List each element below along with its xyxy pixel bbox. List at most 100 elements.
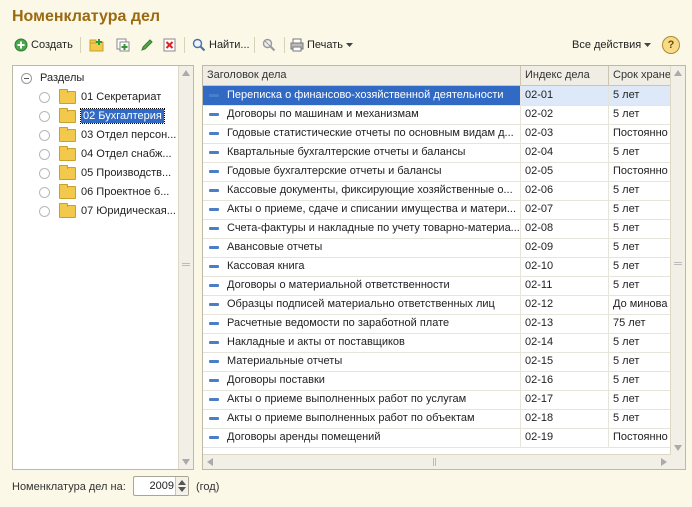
column-header[interactable]: Индекс дела <box>521 66 609 85</box>
table-row[interactable]: Акты о приеме выполненных работ по услуг… <box>203 390 671 410</box>
spin-buttons[interactable] <box>175 477 188 495</box>
case-index-cell: 02-13 <box>521 314 609 333</box>
case-index-cell: 02-05 <box>521 162 609 181</box>
table-row[interactable]: Накладные и акты от поставщиков 02-14 5 ле… <box>203 333 671 353</box>
tree-scrollbar[interactable] <box>178 66 193 469</box>
tree-item[interactable]: 07 Юридическая... <box>13 202 177 220</box>
tree-item[interactable]: 04 Отдел снабж... <box>13 145 177 163</box>
case-item-icon <box>209 208 219 211</box>
scroll-up-icon <box>182 70 190 76</box>
tree-item-label: 06 Проектное б... <box>81 186 170 198</box>
copy-button[interactable] <box>116 36 130 54</box>
cancel-search-button[interactable] <box>262 36 276 54</box>
radio-icon <box>39 167 50 179</box>
tree-root[interactable]: Разделы <box>13 69 177 87</box>
case-title: Акты о приеме, сдаче и списании имуществ… <box>227 203 517 215</box>
tree-item[interactable]: 06 Проектное б... <box>13 183 177 201</box>
all-actions-button[interactable]: Все действия <box>572 36 652 54</box>
year-input[interactable]: 2009 <box>134 477 174 495</box>
storage-term-cell: 5 лет <box>613 279 640 291</box>
case-title-cell: Договоры аренды помещений <box>203 428 521 447</box>
chevron-down-icon <box>644 39 652 51</box>
case-item-icon <box>209 170 219 173</box>
case-index-cell: 02-09 <box>521 238 609 257</box>
case-title: Годовые бухгалтерские отчеты и балансы <box>227 165 442 177</box>
chevron-down-icon <box>346 39 354 51</box>
storage-term-cell: 5 лет <box>613 374 640 386</box>
case-index-cell: 02-19 <box>521 428 609 447</box>
table-vertical-scrollbar[interactable] <box>670 66 685 455</box>
plus-circle-icon <box>14 38 28 52</box>
scroll-left-icon <box>207 458 213 466</box>
case-title: Расчетные ведомости по заработной плате <box>227 317 450 329</box>
case-index-cell: 02-07 <box>521 200 609 219</box>
spin-down-icon <box>178 487 186 492</box>
table-row[interactable]: Годовые бухгалтерские отчеты и балансы 02… <box>203 162 671 182</box>
storage-term-cell: 5 лет <box>613 108 640 120</box>
table-row[interactable]: Договоры поставки 02-16 5 лет <box>203 371 671 391</box>
table-row[interactable]: Договоры о материальной ответственности 0… <box>203 276 671 296</box>
radio-icon <box>39 129 50 141</box>
tree-item[interactable]: 03 Отдел персон... <box>13 126 177 144</box>
case-title-cell: Договоры по машинам и механизмам <box>203 105 521 124</box>
table-row[interactable]: Договоры по машинам и механизмам 02-02 5 л… <box>203 105 671 125</box>
year-stepper[interactable]: 2009 <box>133 476 189 496</box>
case-index-cell: 02-17 <box>521 390 609 409</box>
case-title-cell: Накладные и акты от поставщиков <box>203 333 521 352</box>
storage-term-cell: 5 лет <box>613 355 640 367</box>
column-header[interactable]: Заголовок дела <box>203 66 521 85</box>
edit-button[interactable] <box>140 36 154 54</box>
storage-term-cell: Постоянно <box>613 127 668 139</box>
radio-icon <box>39 91 50 103</box>
case-title: Договоры о материальной ответственности <box>227 279 450 291</box>
storage-term-cell: 5 лет <box>613 336 640 348</box>
folder-icon <box>59 202 76 218</box>
case-title: Акты о приеме выполненных работ по услуг… <box>227 393 467 405</box>
table-row[interactable]: Кассовая книга 02-10 5 лет <box>203 257 671 277</box>
table-horizontal-scrollbar[interactable] <box>203 454 671 469</box>
table-row[interactable]: Образцы подписей материально ответственн… <box>203 295 671 315</box>
case-item-icon <box>209 151 219 154</box>
radio-icon <box>39 148 50 160</box>
help-icon: ? <box>662 36 680 54</box>
case-title: Годовые статистические отчеты по основны… <box>227 127 514 139</box>
case-title: Договоры поставки <box>227 374 325 386</box>
tree-item[interactable]: 05 Производств... <box>13 164 177 182</box>
case-item-icon <box>209 341 219 344</box>
case-title-cell: Квартальные бухгалтерские отчеты и балан… <box>203 143 521 162</box>
case-item-icon <box>209 436 219 439</box>
folder-icon <box>59 107 76 123</box>
case-item-icon <box>209 246 219 249</box>
storage-term-cell: 5 лет <box>613 222 640 234</box>
case-index-cell: 02-16 <box>521 371 609 390</box>
delete-button[interactable] <box>163 36 177 54</box>
table-header: Заголовок дела Индекс дела Срок хране <box>203 66 673 86</box>
create-folder-button[interactable] <box>89 36 104 54</box>
table-row[interactable]: Переписка о финансово-хозяйственной деят… <box>203 86 671 106</box>
table-row[interactable]: Расчетные ведомости по заработной плате 0… <box>203 314 671 334</box>
tree-item[interactable]: 02 Бухгалтерия <box>13 107 177 125</box>
tree-item-label: 05 Производств... <box>81 167 172 179</box>
table-row[interactable]: Акты о приеме выполненных работ по объек… <box>203 409 671 429</box>
table-row[interactable]: Акты о приеме, сдаче и списании имуществ… <box>203 200 671 220</box>
case-title-cell: Акты о приеме, сдаче и списании имуществ… <box>203 200 521 219</box>
table-row[interactable]: Кассовые документы, фиксирующие хозяйств… <box>203 181 671 201</box>
table-row[interactable]: Годовые статистические отчеты по основны… <box>203 124 671 144</box>
case-title-cell: Годовые бухгалтерские отчеты и балансы <box>203 162 521 181</box>
print-button[interactable]: Печать <box>290 36 354 54</box>
table-row[interactable]: Авансовые отчеты 02-09 5 лет <box>203 238 671 258</box>
create-button[interactable]: Создать <box>14 36 73 54</box>
case-index-cell: 02-12 <box>521 295 609 314</box>
help-button[interactable]: ? <box>662 36 680 54</box>
table-row[interactable]: Материальные отчеты 02-15 5 лет <box>203 352 671 372</box>
tree-item[interactable]: 01 Секретариат <box>13 88 177 106</box>
cases-table: Заголовок дела Индекс дела Срок хране Пе… <box>202 65 686 470</box>
case-title-cell: Счета-фактуры и накладные по учету товар… <box>203 219 521 238</box>
table-row[interactable]: Счета-фактуры и накладные по учету товар… <box>203 219 671 239</box>
scroll-down-icon <box>182 459 190 465</box>
collapse-icon[interactable] <box>21 72 32 84</box>
table-row[interactable]: Квартальные бухгалтерские отчеты и балан… <box>203 143 671 163</box>
column-header[interactable]: Срок хране <box>609 66 673 85</box>
table-row[interactable]: Договоры аренды помещений 02-19 Постоянно <box>203 428 671 448</box>
find-button[interactable]: Найти... <box>192 36 250 54</box>
